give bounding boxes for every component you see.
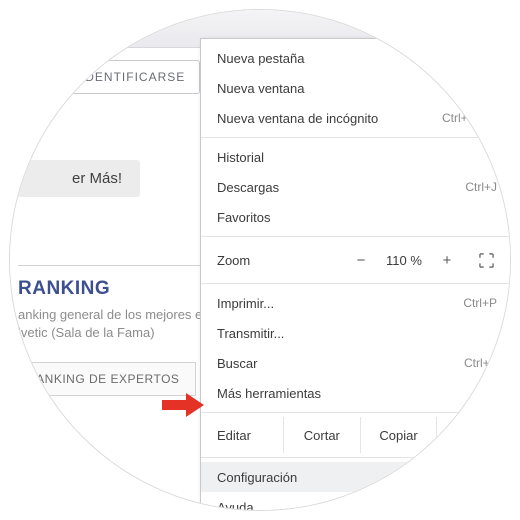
menu-find[interactable]: Buscar Ctrl+F — [201, 348, 510, 378]
menu-paste[interactable]: Pega — [436, 417, 510, 453]
zoom-value: 110 % — [379, 253, 429, 268]
zoom-in-button[interactable]: + — [433, 247, 461, 273]
menu-zoom-row: Zoom − 110 % + — [201, 241, 510, 279]
menu-downloads[interactable]: Descargas Ctrl+J — [201, 172, 510, 202]
menu-more-tools[interactable]: Más herramientas — [201, 378, 510, 408]
menu-cut[interactable]: Cortar — [283, 417, 360, 453]
menu-separator — [201, 236, 510, 237]
menu-separator — [201, 137, 510, 138]
identify-button[interactable]: ➜ IDENTIFICARSE — [48, 60, 200, 94]
zoom-out-button[interactable]: − — [347, 247, 375, 273]
chrome-main-menu: Nueva pestaña Nueva ventana Nueva ventan… — [200, 38, 510, 510]
fullscreen-icon — [479, 253, 494, 268]
menu-new-window[interactable]: Nueva ventana — [201, 73, 510, 103]
menu-edit-row: Editar Cortar Copiar Pega — [201, 417, 510, 453]
menu-new-tab[interactable]: Nueva pestaña — [201, 43, 510, 73]
fullscreen-button[interactable] — [471, 247, 501, 273]
menu-separator — [201, 457, 510, 458]
menu-history[interactable]: Historial — [201, 142, 510, 172]
menu-edit-label: Editar — [201, 417, 283, 453]
see-more-button[interactable]: er Más! — [10, 160, 140, 197]
menu-cast[interactable]: Transmitir... — [201, 318, 510, 348]
identify-label: IDENTIFICARSE — [81, 70, 185, 84]
menu-bookmarks[interactable]: Favoritos — [201, 202, 510, 232]
tab-ranking-experts[interactable]: RANKING DE EXPERTOS — [10, 362, 196, 396]
menu-incognito[interactable]: Nueva ventana de incógnito Ctrl+Mayu — [201, 103, 510, 133]
menu-separator — [201, 283, 510, 284]
menu-settings[interactable]: Configuración — [201, 462, 510, 492]
menu-help[interactable]: Ayuda — [201, 492, 510, 510]
menu-copy[interactable]: Copiar — [360, 417, 437, 453]
callout-arrow-icon — [162, 392, 204, 418]
menu-separator — [201, 412, 510, 413]
menu-print[interactable]: Imprimir... Ctrl+P — [201, 288, 510, 318]
login-icon: ➜ — [63, 69, 75, 85]
